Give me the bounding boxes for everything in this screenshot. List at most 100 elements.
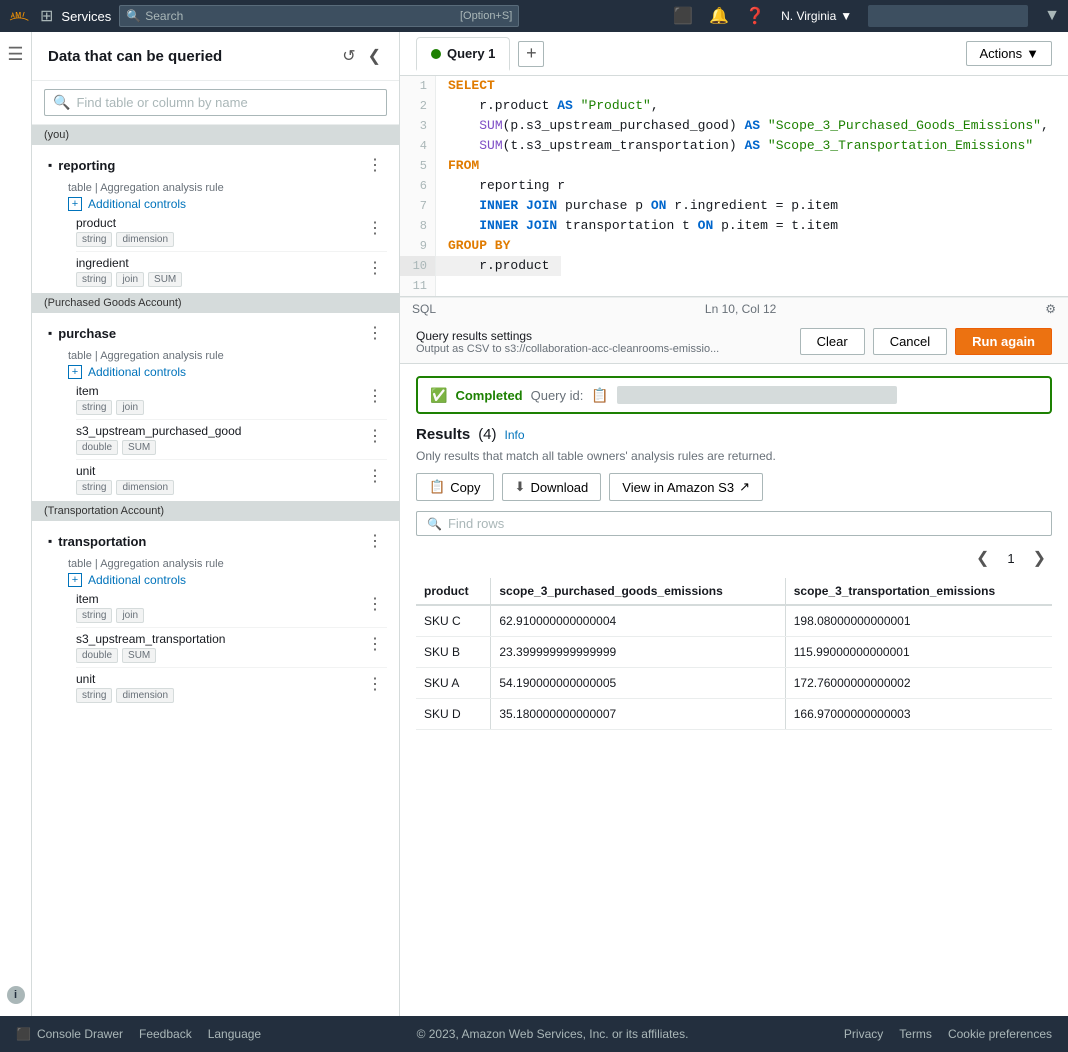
col-divider-2 (76, 419, 387, 420)
find-rows-input[interactable] (448, 516, 1041, 531)
privacy-link[interactable]: Privacy (844, 1027, 883, 1041)
copy-button[interactable]: 📋 Copy (416, 473, 494, 501)
cancel-button[interactable]: Cancel (873, 328, 947, 355)
table-purchase-collapse-icon[interactable]: ▪ (48, 326, 52, 340)
column-product-name: product (76, 216, 174, 230)
column-product-badges: string dimension (76, 232, 174, 247)
column-search-input[interactable] (76, 95, 378, 110)
plus-icon-3: + (68, 573, 82, 587)
actions-label: Actions (979, 46, 1022, 61)
account-section-purchased: (Purchased Goods Account) (32, 293, 399, 313)
account-purchased-label: (Purchased Goods Account) (44, 297, 182, 309)
info-icon[interactable]: i (7, 986, 25, 1004)
cell-scope3t-3: 172.76000000000002 (785, 668, 1052, 699)
column-product-menu[interactable]: ⋮ (363, 216, 387, 240)
actions-button[interactable]: Actions ▼ (966, 41, 1052, 66)
additional-controls-label-2[interactable]: Additional controls (88, 365, 186, 379)
column-item-2-menu[interactable]: ⋮ (363, 592, 387, 616)
badge-join: join (116, 272, 144, 287)
col-divider-5 (76, 667, 387, 668)
terminal-icon[interactable]: ⬛ (673, 6, 693, 26)
next-page-button[interactable]: ❯ (1027, 546, 1052, 570)
view-s3-button[interactable]: View in Amazon S3 ↗ (609, 473, 763, 501)
copy-id-button[interactable]: 📋 (591, 387, 608, 404)
search-input[interactable] (145, 9, 456, 23)
view-s3-label: View in Amazon S3 (622, 480, 734, 495)
account-arrow-icon[interactable]: ▼ (1044, 7, 1060, 25)
table-transportation-meta: table | Aggregation analysis rule (68, 558, 387, 570)
console-drawer-button[interactable]: ⬛ Console Drawer (16, 1027, 123, 1041)
column-item-menu[interactable]: ⋮ (363, 384, 387, 408)
table-reporting-name: ▪ reporting (48, 158, 115, 173)
table-purchase-menu[interactable]: ⋮ (363, 321, 387, 345)
table-reporting-header: ▪ reporting ⋮ (48, 149, 387, 181)
page-number: 1 (999, 549, 1022, 568)
account-section-transport: (Transportation Account) (32, 501, 399, 521)
cell-product-1: SKU C (416, 605, 491, 637)
nav-icons: ⬛ 🔔 ❓ N. Virginia ▼ ▼ (673, 5, 1060, 27)
table-reporting-menu[interactable]: ⋮ (363, 153, 387, 177)
code-line-7: 7 INNER JOIN purchase p ON r.ingredient … (400, 196, 1068, 216)
panel-title: Data that can be queried (48, 48, 222, 65)
additional-controls-purchase: + Additional controls (48, 362, 387, 382)
column-ingredient: ingredient string join SUM ⋮ (48, 254, 387, 289)
table-purchase-meta: table | Aggregation analysis rule (68, 350, 387, 362)
clear-button[interactable]: Clear (800, 328, 865, 355)
column-unit-1-badges: string dimension (76, 480, 174, 495)
feedback-link[interactable]: Feedback (139, 1027, 192, 1041)
column-unit-2: unit string dimension ⋮ (48, 670, 387, 705)
additional-controls-label-3[interactable]: Additional controls (88, 573, 186, 587)
global-search-bar: 🔍 [Option+S] (119, 5, 519, 27)
download-button[interactable]: ⬇ Download (502, 473, 602, 501)
collapse-button[interactable]: ❮ (366, 44, 383, 68)
chevron-down-icon: ▼ (840, 9, 852, 23)
column-s3-transport-menu[interactable]: ⋮ (363, 632, 387, 656)
cookie-prefs-link[interactable]: Cookie preferences (948, 1027, 1052, 1041)
column-s3-purchased-name: s3_upstream_purchased_good (76, 424, 241, 438)
column-s3-purchased-menu[interactable]: ⋮ (363, 424, 387, 448)
search-small-icon: 🔍 (53, 94, 70, 111)
hamburger-icon[interactable]: ☰ (7, 44, 23, 65)
table-transportation-menu[interactable]: ⋮ (363, 529, 387, 553)
completed-text: Completed (455, 388, 522, 403)
additional-controls-transport: + Additional controls (48, 570, 387, 590)
column-ingredient-menu[interactable]: ⋮ (363, 256, 387, 280)
query-settings-title: Query results settings (416, 329, 719, 343)
grid-menu-icon[interactable]: ⊞ (40, 6, 53, 26)
language-link[interactable]: Language (208, 1027, 261, 1041)
results-info-link[interactable]: Info (505, 428, 525, 442)
terms-link[interactable]: Terms (899, 1027, 932, 1041)
services-link[interactable]: Services (61, 9, 111, 24)
cell-scope3p-1: 62.910000000000004 (491, 605, 785, 637)
badge-dimension: dimension (116, 232, 174, 247)
results-count: (4) (478, 426, 496, 443)
refresh-button[interactable]: ↺ (340, 44, 357, 68)
tab-status-dot (431, 49, 441, 59)
code-editor[interactable]: 1 SELECT 2 r.product AS "Product", 3 SUM… (400, 76, 1068, 296)
prev-page-button[interactable]: ❮ (970, 546, 995, 570)
region-label: N. Virginia (781, 9, 836, 23)
table-purchase-name: ▪ purchase (48, 326, 116, 341)
column-ingredient-info: ingredient string join SUM (76, 256, 182, 287)
results-table: product scope_3_purchased_goods_emission… (416, 578, 1052, 730)
table-transportation-name: ▪ transportation (48, 534, 146, 549)
column-unit-1-menu[interactable]: ⋮ (363, 464, 387, 488)
table-row: SKU D 35.180000000000007 166.97000000000… (416, 699, 1052, 730)
table-reporting-collapse-icon[interactable]: ▪ (48, 158, 52, 172)
additional-controls-label[interactable]: Additional controls (88, 197, 186, 211)
settings-gear-icon[interactable]: ⚙ (1045, 302, 1056, 316)
results-section: ✅ Completed Query id: 📋 Results (4) Info… (400, 364, 1068, 1016)
column-s3-transport: s3_upstream_transportation double SUM ⋮ (48, 630, 387, 665)
bell-icon[interactable]: 🔔 (709, 6, 729, 26)
tab-query1[interactable]: Query 1 (416, 37, 510, 71)
additional-controls-reporting: + Additional controls (48, 194, 387, 214)
help-icon[interactable]: ❓ (745, 6, 765, 26)
add-tab-button[interactable]: + (518, 41, 544, 67)
table-transportation-collapse-icon[interactable]: ▪ (48, 534, 52, 548)
region-selector[interactable]: N. Virginia ▼ (781, 9, 852, 23)
find-rows-wrap: 🔍 (416, 511, 1052, 536)
cell-product-3: SKU A (416, 668, 491, 699)
main-container: ☰ i Data that can be queried ↺ ❮ 🔍 (you) (0, 32, 1068, 1016)
run-again-button[interactable]: Run again (955, 328, 1052, 355)
column-unit-2-menu[interactable]: ⋮ (363, 672, 387, 696)
